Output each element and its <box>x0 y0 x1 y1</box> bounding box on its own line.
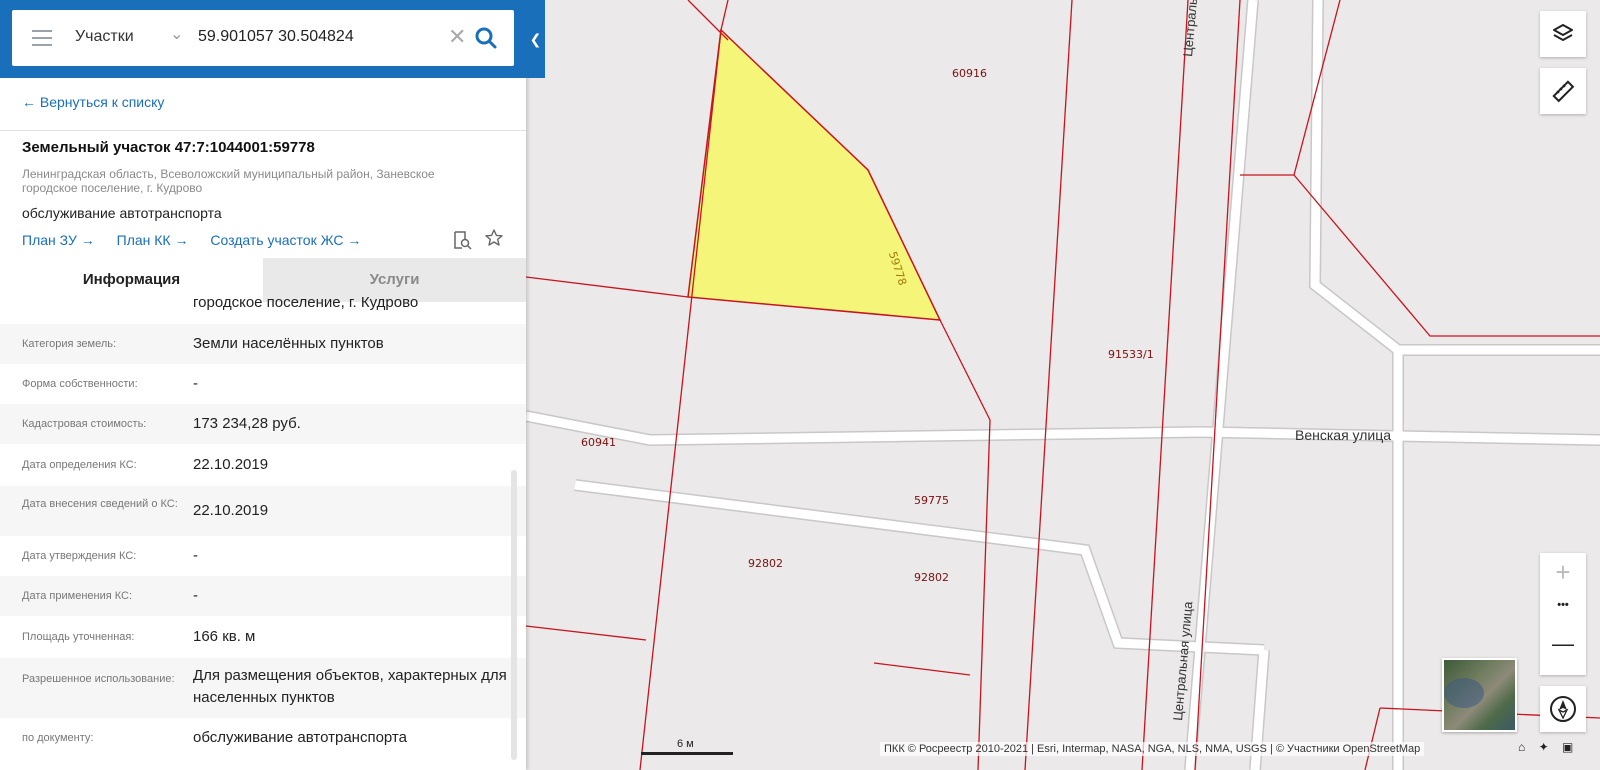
row-value: городское поселение, г. Кудрово <box>193 294 419 311</box>
search-input[interactable]: 59.901057 30.504824 <box>198 28 354 46</box>
parcel-title: Земельный участок 47:7:1044001:59778 <box>22 139 315 156</box>
zoom-to-parcel-icon[interactable] <box>452 230 472 250</box>
parcel-use: обслуживание автотранспорта <box>22 205 222 221</box>
street-label: Венская улица <box>1295 427 1392 443</box>
plan-kk-link[interactable]: План КК → <box>117 232 189 248</box>
table-row: Разрешенное использование: Для размещени… <box>0 658 526 718</box>
table-row: городское поселение, г. Кудрово <box>0 294 526 324</box>
row-key: Форма собственности: <box>22 378 138 390</box>
parcel-label: 59775 <box>914 494 949 507</box>
search-bar: Участки ⌄ 59.901057 30.504824 ✕ <box>0 0 526 78</box>
table-row: Дата утверждения КС: - <box>0 536 526 576</box>
plan-zu-link[interactable]: План ЗУ → <box>22 232 95 248</box>
row-value: 22.10.2019 <box>193 456 269 473</box>
attribute-table: городское поселение, г. Кудрово Категори… <box>0 294 526 758</box>
back-to-list-link[interactable]: ← Вернуться к списку <box>22 94 164 110</box>
row-value: 22.10.2019 <box>193 502 269 519</box>
ruler-icon <box>1552 80 1575 103</box>
row-value: - <box>193 375 198 392</box>
menu-icon[interactable] <box>32 30 52 46</box>
home-icon[interactable]: ⌂ <box>1518 740 1525 754</box>
map-attribution: ПКК © Росреестр 2010-2021 | Esri, Interm… <box>880 742 1425 756</box>
table-row: по документу: обслуживание автотранспорт… <box>0 718 526 758</box>
row-key: Площадь уточненная: <box>22 631 135 643</box>
table-row: Категория земель: Земли населённых пункт… <box>0 324 526 364</box>
parcel-label: 91533/1 <box>1108 348 1154 361</box>
divider <box>0 130 526 131</box>
row-key: Кадастровая стоимость: <box>22 418 147 430</box>
table-row: Кадастровая стоимость: 173 234,28 руб. <box>0 404 526 444</box>
parcel-label: 60941 <box>581 436 616 449</box>
row-key: Дата применения КС: <box>22 590 133 602</box>
table-row: Дата внесения сведений о КС: 22.10.2019 <box>0 486 526 536</box>
row-value: Для размещения объектов, характерных для… <box>193 667 507 706</box>
parcel-links: План ЗУ → План КК → Создать участок ЖС → <box>22 232 379 248</box>
row-value: Земли населённых пунктов <box>193 335 384 352</box>
clear-icon[interactable]: ✕ <box>448 24 466 50</box>
row-value: 166 кв. м <box>193 628 256 645</box>
table-row: Дата определения КС: 22.10.2019 <box>0 444 526 486</box>
basemap-switcher[interactable] <box>1442 658 1517 732</box>
search-box: Участки ⌄ 59.901057 30.504824 ✕ <box>12 10 514 66</box>
locate-icon[interactable]: ✦ <box>1539 740 1549 754</box>
chevron-down-icon[interactable]: ⌄ <box>170 24 183 44</box>
row-value: 173 234,28 руб. <box>193 415 301 432</box>
row-key: Дата внесения сведений о КС: <box>22 498 178 510</box>
zoom-in-button[interactable]: + <box>1540 557 1586 588</box>
table-row: Площадь уточненная: 166 кв. м <box>0 616 526 658</box>
zoom-control: + ••• — <box>1540 553 1586 675</box>
layer-select[interactable]: Участки <box>75 28 134 46</box>
parcel-address: Ленинградская область, Всеволожский муни… <box>22 167 435 195</box>
row-value: - <box>193 587 198 604</box>
search-icon[interactable] <box>474 26 498 50</box>
row-value: обслуживание автотранспорта <box>193 729 407 746</box>
parcel-label: 92802 <box>914 571 949 584</box>
layers-icon <box>1553 24 1573 41</box>
scale-bar <box>641 752 733 755</box>
row-value: - <box>193 547 198 564</box>
collapse-panel-button[interactable]: ❮ <box>526 0 545 78</box>
compass-button[interactable] <box>1540 686 1586 732</box>
row-key: Категория земель: <box>22 338 117 350</box>
parcel-label: 60916 <box>952 67 987 80</box>
map-scale: 6 м <box>641 738 733 755</box>
scale-label: 6 м <box>677 738 694 750</box>
panel-scrollbar[interactable] <box>511 470 517 760</box>
parcel-label: 92802 <box>748 557 783 570</box>
row-key: Разрешенное использование: <box>22 673 175 685</box>
compass-icon <box>1550 696 1576 722</box>
ruler-button[interactable] <box>1540 68 1586 114</box>
fullscreen-icon[interactable]: ▣ <box>1562 740 1573 754</box>
create-plot-link[interactable]: Создать участок ЖС → <box>210 232 361 248</box>
table-row: Дата применения КС: - <box>0 576 526 616</box>
favorite-star-icon[interactable] <box>484 228 504 248</box>
zoom-more-button[interactable]: ••• <box>1540 599 1586 611</box>
row-key: по документу: <box>22 732 94 744</box>
layers-button[interactable] <box>1540 11 1586 57</box>
info-panel: Участки ⌄ 59.901057 30.504824 ✕ ← Вернут… <box>0 0 526 770</box>
chevron-left-icon: ❮ <box>529 31 542 47</box>
zoom-out-button[interactable]: — <box>1540 631 1586 657</box>
map-bottom-icons: ⌂ ✦ ▣ <box>1518 740 1583 754</box>
table-row: Форма собственности: - <box>0 364 526 404</box>
row-key: Дата утверждения КС: <box>22 550 137 562</box>
row-key: Дата определения КС: <box>22 459 137 471</box>
